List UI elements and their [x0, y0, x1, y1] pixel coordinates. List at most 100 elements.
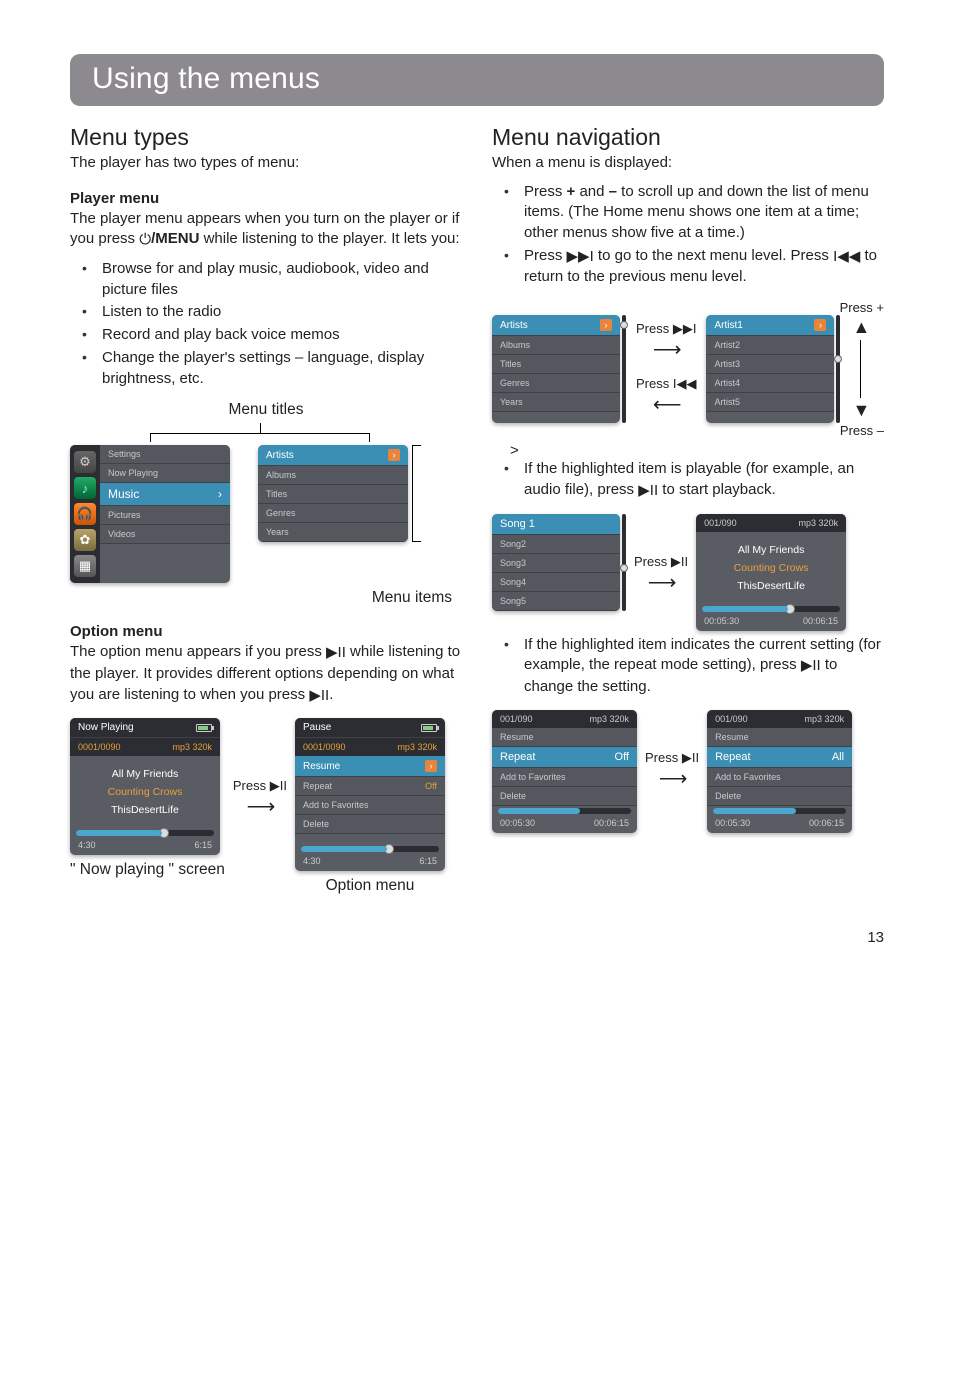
next-icon: ▶▶I: [567, 247, 594, 268]
progress-bar[interactable]: [498, 808, 631, 814]
bullet: Press + and – to scroll up and down the …: [510, 182, 884, 244]
page-title: Using the menus: [92, 62, 862, 96]
time-display: 00:05:3000:06:15: [696, 614, 846, 631]
device-settings-after: 001/090mp3 320k Resume RepeatAll Add to …: [707, 710, 852, 833]
track-info-header: 0001/0090mp3 320k: [295, 738, 445, 756]
time-display: 00:05:3000:06:15: [707, 816, 852, 833]
list-item[interactable]: Delete: [492, 787, 637, 806]
list-item[interactable]: Song2: [492, 535, 620, 554]
list-item[interactable]: Artist4: [706, 374, 834, 393]
list-item-selected[interactable]: Artist1›: [706, 315, 834, 336]
device-nav-right: Artist1› Artist2 Artist3 Artist4 Artist5: [706, 315, 834, 423]
bullet: If the highlighted item is playable (for…: [510, 459, 884, 501]
nav-bullets-2: > If the highlighted item is playable (f…: [492, 442, 884, 501]
track-info-header: 001/090mp3 320k: [707, 710, 852, 728]
list-item[interactable]: Resume: [707, 728, 852, 747]
arrow-down-icon: ▼: [852, 400, 870, 421]
device-nav-left: Artists› Albums Titles Genres Years: [492, 315, 620, 423]
bullet: Record and play back voice memos: [88, 325, 462, 346]
list-item[interactable]: Genres: [258, 504, 408, 523]
page-title-bar: Using the menus: [70, 54, 884, 106]
list-item-selected[interactable]: RepeatOff: [492, 747, 637, 768]
track-info-header: 001/090mp3 320k: [492, 710, 637, 728]
option-menu-desc: The option menu appears if you press ▶II…: [70, 642, 462, 706]
list-item[interactable]: Videos: [100, 525, 230, 544]
device-settings-before: 001/090mp3 320k Resume RepeatOff Add to …: [492, 710, 637, 833]
caption-option-menu: Option menu: [295, 877, 445, 895]
list-item[interactable]: Albums: [258, 466, 408, 485]
list-item-selected[interactable]: RepeatAll: [707, 747, 852, 768]
list-item[interactable]: Song3: [492, 554, 620, 573]
list-item[interactable]: Titles: [258, 485, 408, 504]
list-item[interactable]: Delete: [295, 815, 445, 834]
device-option-menu: Pause 0001/0090mp3 320k Resume› RepeatOf…: [295, 718, 445, 871]
progress-bar[interactable]: [702, 606, 840, 612]
arrow-right-icon: ⟶: [233, 794, 287, 819]
progress-bar[interactable]: [76, 830, 214, 836]
list-item[interactable]: Albums: [492, 336, 620, 355]
press-plus-label: Press +: [492, 300, 884, 315]
scrollbar[interactable]: [622, 315, 626, 423]
list-item[interactable]: Song5: [492, 592, 620, 611]
list-item[interactable]: Genres: [492, 374, 620, 393]
list-item[interactable]: Add to Favorites: [295, 796, 445, 815]
chevron-right-icon: ›: [218, 487, 222, 501]
device-playback: 001/090mp3 320k All My Friends Counting …: [696, 514, 846, 631]
list-item[interactable]: RepeatOff: [295, 777, 445, 796]
menu-nav-intro: When a menu is displayed:: [492, 153, 884, 174]
list-item[interactable]: Artist5: [706, 393, 834, 412]
figure-setting-change: 001/090mp3 320k Resume RepeatOff Add to …: [492, 710, 884, 833]
press-prev-label: Press I◀◀: [636, 376, 696, 392]
player-menu-bullets: Browse for and play music, audiobook, vi…: [70, 259, 462, 389]
list-item[interactable]: Pictures: [100, 506, 230, 525]
list-item-selected[interactable]: Resume›: [295, 756, 445, 777]
list-item[interactable]: Add to Favorites: [707, 768, 852, 787]
list-item[interactable]: Years: [258, 523, 408, 542]
list-item[interactable]: Add to Favorites: [492, 768, 637, 787]
scroll-thumb[interactable]: [620, 321, 628, 329]
bullet: Listen to the radio: [88, 302, 462, 323]
list-item-selected[interactable]: Artists›: [492, 315, 620, 336]
progress-knob[interactable]: [384, 844, 394, 854]
list-item[interactable]: Years: [492, 393, 620, 412]
screen-title-bar: Pause: [295, 718, 445, 738]
figure-menu-titles: Menu titles ⚙ ♪ 🎧 ✿ ▦: [70, 401, 462, 607]
arrow-right-icon: ⟶: [634, 570, 688, 595]
battery-icon: [196, 724, 212, 732]
press-minus-label: Press –: [492, 423, 884, 438]
list-item[interactable]: Song4: [492, 573, 620, 592]
list-item[interactable]: Now Playing: [100, 464, 230, 483]
scroll-thumb[interactable]: [834, 355, 842, 363]
progress-knob[interactable]: [785, 604, 795, 614]
figure-nav-levels: Press + Artists› Albums Titles Genres Ye…: [492, 300, 884, 438]
list-item[interactable]: Settings: [100, 445, 230, 464]
screen-title-bar: Now Playing: [70, 718, 220, 738]
label-menu-items: Menu items: [70, 589, 462, 607]
progress-bar[interactable]: [713, 808, 846, 814]
scrollbar[interactable]: [836, 315, 840, 423]
left-column: Menu types The player has two types of m…: [70, 124, 462, 899]
track-artist: Counting Crows: [74, 786, 216, 798]
list-item[interactable]: Delete: [707, 787, 852, 806]
scroll-thumb[interactable]: [620, 564, 628, 572]
progress-knob[interactable]: [159, 828, 169, 838]
nav-bullets-3: If the highlighted item indicates the cu…: [492, 635, 884, 698]
settings-icon: ⚙: [74, 451, 96, 473]
list-item-selected[interactable]: Music›: [100, 483, 230, 506]
now-playing-icon: ♪: [74, 477, 96, 499]
list-item-selected[interactable]: Artists›: [258, 445, 408, 466]
caption-now-playing: " Now playing " screen: [70, 861, 225, 879]
track-album: ThisDesertLife: [74, 804, 216, 816]
track-info-header: 001/090mp3 320k: [696, 514, 846, 532]
player-menu-heading: Player menu: [70, 190, 462, 207]
arrow-left-icon: ⟵: [636, 392, 696, 417]
track-title: All My Friends: [700, 544, 842, 556]
list-item-selected[interactable]: Song 1: [492, 514, 620, 535]
scrollbar[interactable]: [622, 514, 626, 611]
progress-bar[interactable]: [301, 846, 439, 852]
list-item[interactable]: Artist2: [706, 336, 834, 355]
play-pause-icon: ▶II: [309, 686, 329, 707]
list-item[interactable]: Resume: [492, 728, 637, 747]
list-item[interactable]: Titles: [492, 355, 620, 374]
list-item[interactable]: Artist3: [706, 355, 834, 374]
